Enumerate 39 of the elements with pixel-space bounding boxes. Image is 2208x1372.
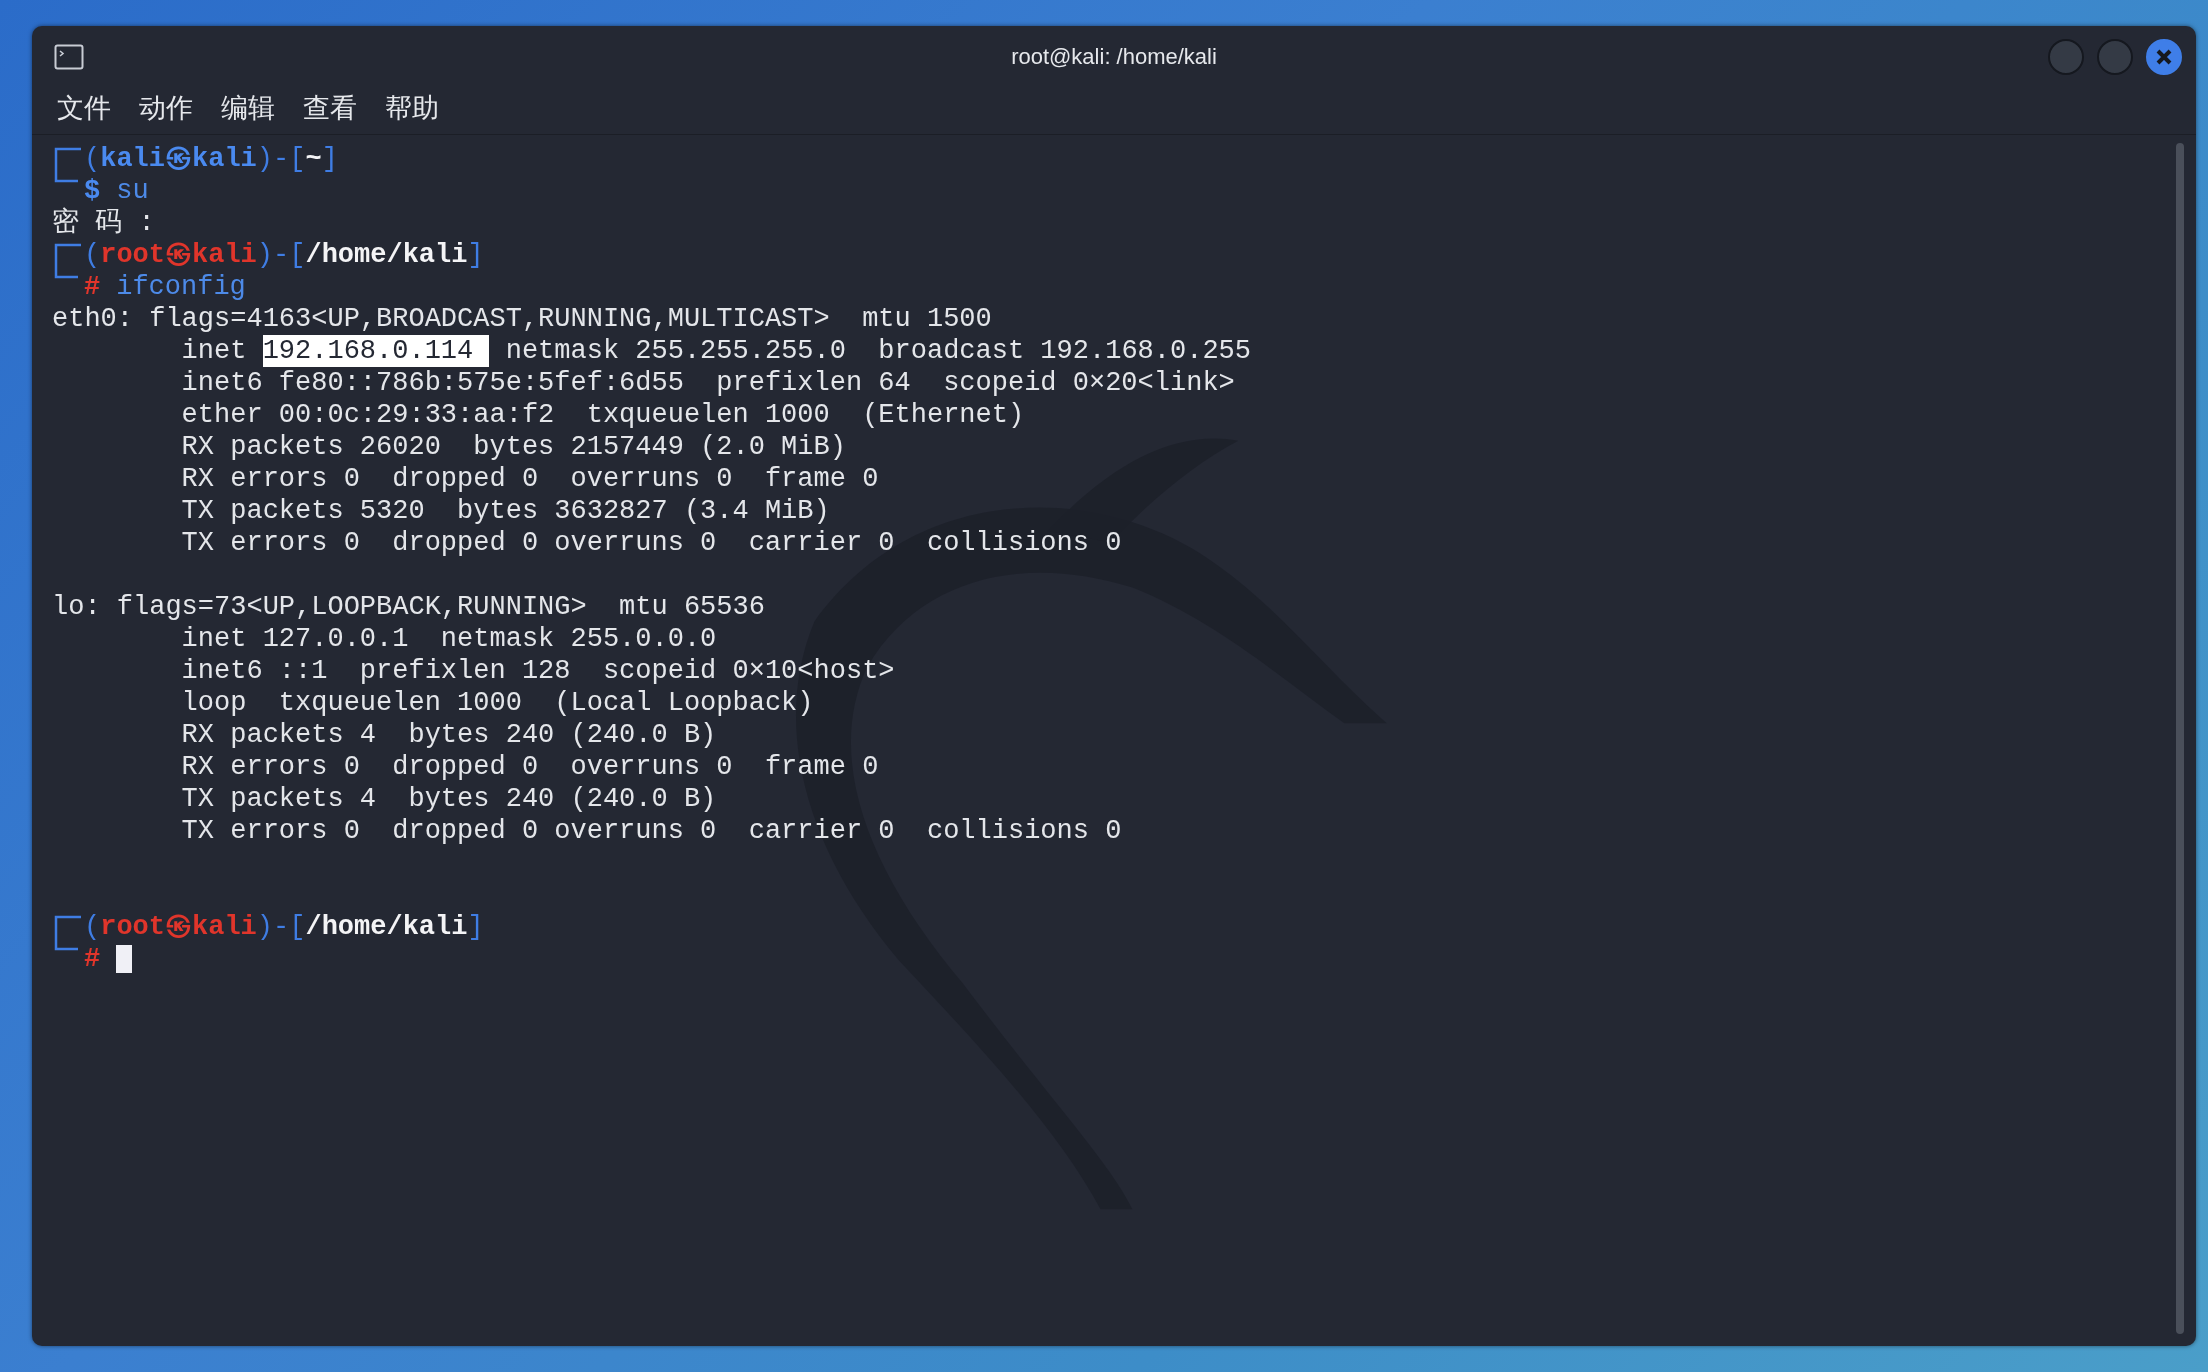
close-button[interactable]	[2146, 39, 2182, 75]
selected-text: 192.168.0.114	[262, 335, 490, 367]
maximize-button[interactable]	[2097, 39, 2133, 75]
output-text: TX packets 4 bytes 240 (240.0 B)	[180, 783, 717, 815]
menu-item[interactable]: 帮助	[376, 88, 448, 128]
menu-item[interactable]: 查看	[294, 88, 366, 128]
minimize-button[interactable]	[2048, 39, 2084, 75]
output-text: inet 127.0.0.1 netmask 255.0.0.0	[180, 623, 717, 655]
output-text: inet6 fe80::786b:575e:5fef:6d55 prefixlen 64 scopeid 0×20<link>	[180, 367, 1235, 399]
output-text: TX packets 5320 bytes 3632827 (3.4 MiB)	[180, 495, 830, 527]
terminal-icon	[54, 44, 84, 70]
output-text: eth0: flags=4163<UP,BROADCAST,RUNNING,MULTICAST> mtu 1500	[52, 303, 992, 335]
output-text: lo: flags=73<UP,LOOPBACK,RUNNING> mtu 65536	[52, 591, 765, 623]
output-text: netmask 255.255.255.0 broadcast 192.168.0.255	[504, 335, 1251, 367]
output-text: RX packets 4 bytes 240 (240.0 B)	[180, 719, 717, 751]
output-text: 密 码 :	[52, 207, 155, 239]
prompt-symbol: #	[84, 943, 101, 975]
output-text: TX errors 0 dropped 0 overruns 0 carrier 0 collisions 0	[180, 527, 1122, 559]
output-text: ether 00:0c:29:33:aa:f2 txqueuelen 1000 (Ethernet)	[180, 399, 1025, 431]
menu-item[interactable]: 编辑	[212, 88, 284, 128]
output-text: RX errors 0 dropped 0 overruns 0 frame 0	[180, 463, 879, 495]
output-text: TX errors 0 dropped 0 overruns 0 carrier 0 collisions 0	[180, 815, 1122, 847]
output-text: inet6 ::1 prefixlen 128 scopeid 0×10<host>	[180, 655, 895, 687]
output-text: RX errors 0 dropped 0 overruns 0 frame 0	[180, 751, 879, 783]
prompt-symbol: #	[84, 271, 101, 303]
menu-item[interactable]: 文件	[48, 88, 120, 128]
command-text: su	[116, 175, 149, 207]
scrollbar[interactable]	[2176, 143, 2184, 1334]
prompt-header: (root㉿kali)-[/home/kali]	[84, 239, 484, 271]
prompt-header: (root㉿kali)-[/home/kali]	[84, 911, 484, 943]
close-icon	[2154, 47, 2174, 67]
output-text: loop txqueuelen 1000 (Local Loopback)	[180, 687, 814, 719]
prompt-header: (kali㉿kali)-[~]	[84, 143, 338, 175]
output-text: inet	[180, 335, 248, 367]
output-text: RX packets 26020 bytes 2157449 (2.0 MiB)	[180, 431, 846, 463]
menu-item[interactable]: 动作	[130, 88, 202, 128]
window-title: root@kali: /home/kali	[1011, 44, 1217, 70]
prompt-symbol: $	[84, 175, 101, 207]
command-text: ifconfig	[116, 271, 246, 303]
